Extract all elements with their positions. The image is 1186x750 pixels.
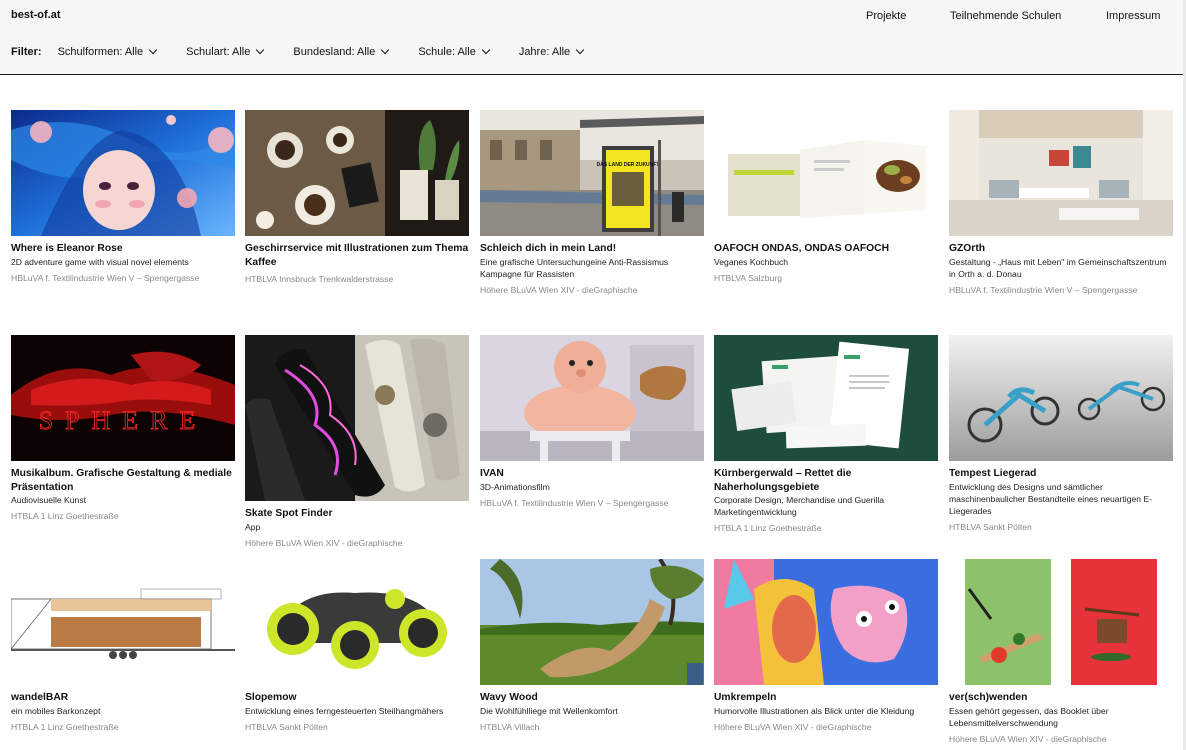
project-title: GZOrth bbox=[949, 243, 986, 254]
project-title: Geschirrservice mit Illustrationen zum T… bbox=[245, 243, 469, 268]
project-school: HTBLVA Villach bbox=[480, 721, 540, 732]
project-title: Slopemow bbox=[245, 692, 297, 703]
project-card-umkrempeln[interactable]: Umkrempeln Humorvolle Illustrationen als… bbox=[714, 559, 938, 733]
project-school: Höhere BLuVA Wien XIV - dieGraphische bbox=[480, 284, 638, 295]
filter-label: Filter: bbox=[11, 46, 42, 58]
chevron-down-icon bbox=[381, 45, 390, 55]
project-school: HTBLVA Sankt Pölten bbox=[245, 721, 328, 732]
project-thumbnail bbox=[245, 335, 469, 501]
chevron-down-icon bbox=[481, 45, 491, 55]
project-school: HBLuVA f. Textilindustrie Wien V – Speng… bbox=[480, 497, 669, 508]
project-subtitle: Entwicklung eines ferngesteuerten Steilh… bbox=[245, 705, 444, 716]
project-school: HTBLA 1 Linz Goethestraße bbox=[714, 523, 822, 533]
project-subtitle: Essen gehört gegessen, das Booklet über … bbox=[949, 705, 1109, 728]
project-card-gzorth[interactable]: GZOrth Gestaltung - „Haus mit Leben" im … bbox=[949, 110, 1173, 296]
filter-bundesland-label: Bundesland: Alle bbox=[293, 46, 376, 58]
project-school: Höhere BLuVA Wien XIV - dieGraphische bbox=[245, 537, 403, 548]
project-school: HTBLVA Sankt Pölten bbox=[949, 521, 1032, 532]
project-subtitle: ein mobiles Barkonzept bbox=[11, 705, 101, 716]
filter-bar: Filter: Schulformen: Alle Schulart: Alle… bbox=[11, 44, 613, 60]
project-subtitle: Humorvolle Illustrationen als Blick unte… bbox=[714, 705, 915, 716]
filter-jahre-label: Jahre: Alle bbox=[518, 46, 571, 58]
project-title: OAFOCH ONDAS, ONDAS OAFOCH bbox=[714, 243, 890, 254]
filter-schule-label: Schule: Alle bbox=[418, 46, 476, 58]
project-card-wandelbar[interactable]: wandelBAR ein mobiles Barkonzept HTBLA 1… bbox=[11, 559, 235, 733]
project-title: ver(sch)wenden bbox=[949, 692, 1028, 703]
project-thumbnail bbox=[480, 559, 704, 685]
project-thumbnail bbox=[714, 335, 938, 461]
project-thumbnail bbox=[949, 110, 1173, 236]
site-logo[interactable]: best-of.at bbox=[11, 9, 61, 21]
filter-schule[interactable]: Schule: Alle bbox=[418, 45, 491, 58]
project-school: HTBLA 1 Linz Goethestraße bbox=[11, 511, 119, 521]
project-thumbnail bbox=[949, 335, 1173, 461]
filter-schulformen[interactable]: Schulformen: Alle bbox=[57, 45, 158, 58]
project-thumbnail bbox=[714, 559, 938, 685]
project-card-skate-spot-finder[interactable]: Skate Spot Finder App Höhere BLuVA Wien … bbox=[245, 335, 469, 549]
project-title: wandelBAR bbox=[11, 692, 69, 703]
project-title: Kürnbergerwald – Rettet die Naherholungs… bbox=[714, 468, 852, 493]
chevron-down-icon bbox=[256, 45, 265, 55]
project-card-ivan[interactable]: IVAN 3D-Animationsfilm HBLuVA f. Textili… bbox=[480, 335, 704, 509]
project-title: Wavy Wood bbox=[480, 692, 538, 703]
project-thumbnail bbox=[11, 110, 235, 236]
project-card-slopemow[interactable]: Slopemow Entwicklung eines ferngesteuert… bbox=[245, 559, 469, 733]
site-header: best-of.at Projekte Teilnehmende Schulen… bbox=[0, 0, 1186, 75]
project-subtitle: Die Wohlfühlliege mit Wellenkomfort bbox=[480, 705, 618, 716]
project-school: HTBLVA Salzburg bbox=[714, 272, 782, 283]
project-thumbnail: DAS LAND DER ZUKUNFT bbox=[480, 110, 704, 236]
filter-schulformen-label: Schulformen: Alle bbox=[57, 46, 144, 58]
project-title: IVAN bbox=[480, 468, 504, 479]
project-card-schleich-dich[interactable]: DAS LAND DER ZUKUNFT Schleich dich in me… bbox=[480, 110, 704, 296]
project-title: Umkrempeln bbox=[714, 692, 777, 703]
project-card-where-is-eleanor-rose[interactable]: Where is Eleanor Rose 2D adventure game … bbox=[11, 110, 235, 284]
project-thumbnail bbox=[949, 559, 1173, 685]
project-thumbnail bbox=[245, 110, 469, 236]
project-title: Musikalbum. Grafische Gestaltung & media… bbox=[11, 468, 232, 493]
filter-jahre[interactable]: Jahre: Alle bbox=[518, 45, 585, 58]
filter-schulart[interactable]: Schulart: Alle bbox=[186, 45, 265, 58]
chevron-down-icon bbox=[148, 45, 158, 55]
project-subtitle: Corporate Design, Merchandise und Gueril… bbox=[714, 495, 885, 517]
sphere-wordmark: SPHERE bbox=[39, 406, 208, 435]
project-title: Tempest Liegerad bbox=[949, 468, 1037, 479]
project-card-wavy-wood[interactable]: Wavy Wood Die Wohlfühlliege mit Wellenko… bbox=[480, 559, 704, 733]
project-card-kuernbergerwald[interactable]: Kürnbergerwald – Rettet die Naherholungs… bbox=[714, 335, 938, 534]
project-card-verschwenden[interactable]: ver(sch)wenden Essen gehört gegessen, da… bbox=[949, 559, 1173, 745]
project-card-musikalbum[interactable]: SPHERE Musikalbum. Grafische Gestaltung … bbox=[11, 335, 235, 522]
project-subtitle: 3D-Animationsfilm bbox=[480, 481, 550, 492]
project-subtitle: Veganes Kochbuch bbox=[714, 256, 789, 267]
project-card-tempest-liegerad[interactable]: Tempest Liegerad Entwicklung des Designs… bbox=[949, 335, 1173, 533]
project-title: Schleich dich in mein Land! bbox=[480, 243, 617, 254]
project-thumbnail bbox=[714, 110, 938, 236]
project-thumbnail bbox=[480, 335, 704, 461]
filter-bundesland[interactable]: Bundesland: Alle bbox=[293, 45, 390, 58]
project-thumbnail bbox=[11, 559, 235, 685]
poster-headline: DAS LAND DER ZUKUNFT bbox=[597, 162, 660, 168]
project-title: Where is Eleanor Rose bbox=[11, 243, 123, 254]
filter-schulart-label: Schulart: Alle bbox=[186, 46, 251, 58]
project-school: HBLuVA f. Textilindustrie Wien V – Speng… bbox=[11, 272, 200, 283]
project-subtitle: Entwicklung des Designs und sämtlicher m… bbox=[949, 481, 1153, 516]
project-subtitle: 2D adventure game with visual novel elem… bbox=[11, 256, 189, 267]
project-card-oafoch-ondas[interactable]: OAFOCH ONDAS, ONDAS OAFOCH Veganes Kochb… bbox=[714, 110, 938, 284]
project-thumbnail: SPHERE bbox=[11, 335, 235, 461]
project-school: Höhere BLuVA Wien XIV - dieGraphische bbox=[949, 733, 1107, 744]
project-school: HTBLA 1 Linz Goethestraße bbox=[11, 721, 119, 732]
project-school: HTBLVA Innsbruck Trenkwalderstrasse bbox=[245, 274, 394, 284]
chevron-down-icon bbox=[575, 45, 585, 55]
project-school: HBLuVA f. Textilindustrie Wien V – Speng… bbox=[949, 284, 1138, 295]
project-card-geschirrservice[interactable]: Geschirrservice mit Illustrationen zum T… bbox=[245, 110, 469, 285]
nav-projekte[interactable]: Projekte bbox=[866, 10, 906, 22]
project-subtitle: Eine grafische Untersuchungeine Anti-Ras… bbox=[480, 256, 669, 279]
project-subtitle: Gestaltung - „Haus mit Leben" im Gemeins… bbox=[949, 256, 1167, 279]
project-subtitle: App bbox=[245, 521, 261, 532]
nav-impressum[interactable]: Impressum bbox=[1106, 10, 1160, 22]
project-school: Höhere BLuVA Wien XIV - dieGraphische bbox=[714, 721, 872, 732]
project-title: Skate Spot Finder bbox=[245, 508, 333, 519]
nav-teilnehmende-schulen[interactable]: Teilnehmende Schulen bbox=[950, 10, 1061, 22]
project-subtitle: Audiovisuelle Kunst bbox=[11, 495, 87, 505]
project-thumbnail bbox=[245, 559, 469, 685]
